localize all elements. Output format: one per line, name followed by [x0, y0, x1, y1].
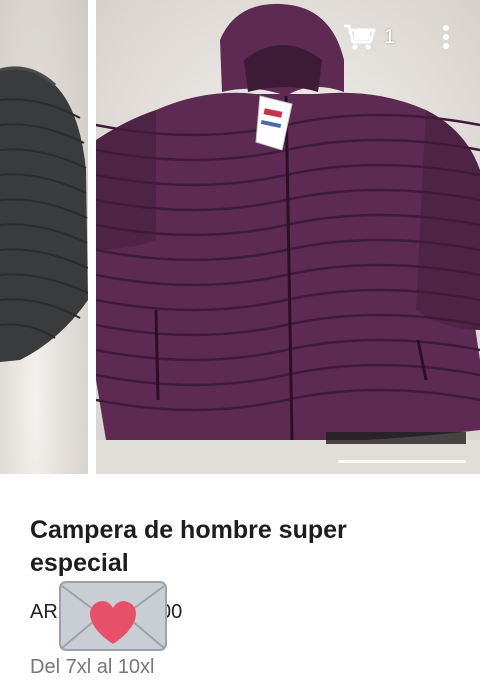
cart-icon[interactable]: [342, 22, 376, 52]
previous-image[interactable]: [0, 0, 88, 474]
listing-title: Campera de hombre super especial: [30, 516, 347, 577]
purple-jacket-image: [96, 3, 480, 474]
carousel-indicator: [338, 460, 466, 463]
cart-count-badge[interactable]: 1: [384, 26, 395, 49]
carousel-gap: [88, 0, 96, 474]
gray-jacket-image: [0, 66, 88, 362]
main-image[interactable]: [96, 0, 480, 474]
listing-details: Campera de hombre super especial AR 00 D…: [0, 474, 480, 694]
price-prefix: AR: [30, 601, 58, 623]
heart-envelope-icon: [58, 578, 168, 654]
image-carousel[interactable]: 1: [0, 0, 480, 474]
listing-subtitle: Del 7xl al 10xl: [30, 656, 155, 678]
more-vert-icon[interactable]: [436, 22, 456, 52]
